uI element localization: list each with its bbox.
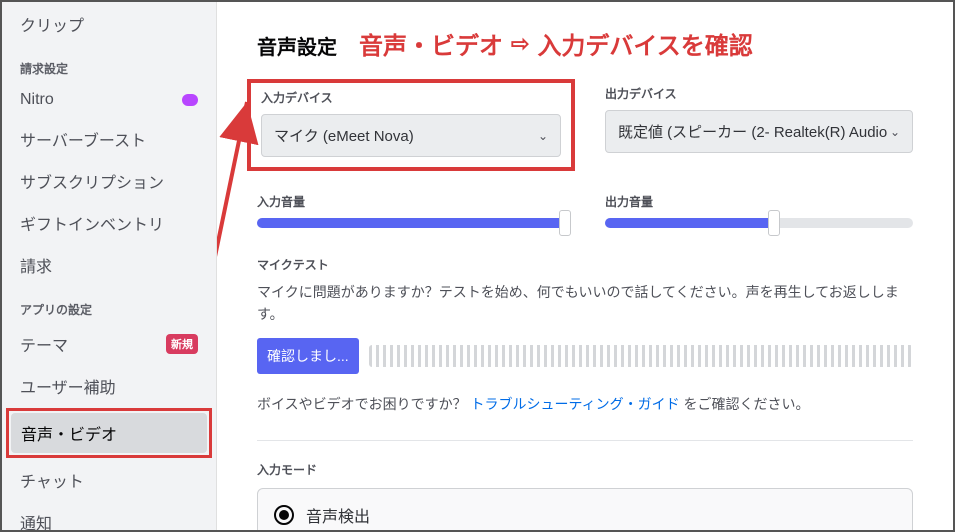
badge-new: 新規 bbox=[166, 334, 198, 354]
output-volume-slider[interactable] bbox=[605, 218, 913, 228]
sidebar-item-theme[interactable]: テーマ 新規 bbox=[10, 324, 208, 364]
troubleshoot-link[interactable]: トラブルシューティング・ガイド bbox=[470, 396, 679, 412]
annotation-box-input-device: 入力デバイス マイク (eMeet Nova) ⌄ bbox=[247, 79, 575, 171]
input-device-label: 入力デバイス bbox=[261, 89, 561, 106]
sidebar-header-app-settings: アプリの設定 bbox=[10, 287, 208, 322]
input-volume-label: 入力音量 bbox=[257, 193, 565, 210]
chevron-down-icon: ⌄ bbox=[538, 129, 548, 143]
sidebar-item-clips[interactable]: クリップ bbox=[10, 4, 208, 44]
input-device-select[interactable]: マイク (eMeet Nova) ⌄ bbox=[261, 114, 561, 157]
sidebar-item-voice-video[interactable]: 音声・ビデオ bbox=[11, 413, 207, 453]
page-title: 音声設定 bbox=[257, 31, 337, 60]
sidebar-item-gift-inventory[interactable]: ギフトインベントリ bbox=[10, 203, 208, 243]
output-device-select[interactable]: 既定値 (スピーカー (2- Realtek(R) Audio ⌄ bbox=[605, 110, 913, 153]
slider-thumb[interactable] bbox=[768, 210, 780, 236]
troubleshoot-text: ボイスやビデオでお困りですか？ トラブルシューティング・ガイド をご確認ください… bbox=[257, 394, 913, 414]
radio-checked-icon bbox=[274, 505, 294, 525]
chevron-down-icon: ⌄ bbox=[890, 125, 900, 139]
sidebar-header-billing: 請求設定 bbox=[10, 46, 208, 81]
sidebar-item-server-boost[interactable]: サーバーブースト bbox=[10, 119, 208, 159]
output-volume-label: 出力音量 bbox=[605, 193, 913, 210]
main-content: 音声設定 音声・ビデオ ⇨ 入力デバイスを確認 入力デバイス マイク (eMee… bbox=[217, 2, 953, 530]
input-volume-slider[interactable] bbox=[257, 218, 565, 228]
sidebar-item-subscription[interactable]: サブスクリプション bbox=[10, 161, 208, 201]
settings-sidebar: クリップ 請求設定 Nitro サーバーブースト サブスクリプション ギフトイン… bbox=[2, 2, 217, 530]
input-mode-voice-activity[interactable]: 音声検出 bbox=[258, 489, 912, 530]
mic-test-button[interactable]: 確認しまし... bbox=[257, 338, 359, 374]
input-mode-label: 入力モード bbox=[257, 461, 913, 478]
nitro-icon bbox=[182, 94, 198, 106]
mic-level-meter bbox=[369, 345, 913, 367]
sidebar-item-nitro[interactable]: Nitro bbox=[10, 83, 208, 117]
sidebar-item-chat[interactable]: チャット bbox=[10, 460, 208, 500]
sidebar-item-accessibility[interactable]: ユーザー補助 bbox=[10, 366, 208, 406]
annotation-box-sidebar: 音声・ビデオ bbox=[6, 408, 212, 458]
input-mode-group: 音声検出 プッシュトゥトーク bbox=[257, 488, 913, 530]
sidebar-item-billing[interactable]: 請求 bbox=[10, 245, 208, 285]
output-device-label: 出力デバイス bbox=[605, 85, 913, 102]
sidebar-item-notifications[interactable]: 通知 bbox=[10, 502, 208, 530]
slider-thumb[interactable] bbox=[559, 210, 571, 236]
mic-test-label: マイクテスト bbox=[257, 256, 913, 273]
annotation-arrow-icon: ⇨ bbox=[511, 33, 529, 55]
mic-test-help: マイクに問題がありますか？テストを始め、何でもいいので話してください。声を再生し… bbox=[257, 281, 913, 326]
divider bbox=[257, 440, 913, 441]
annotation-text: 音声・ビデオ ⇨ 入力デバイスを確認 bbox=[359, 26, 753, 61]
